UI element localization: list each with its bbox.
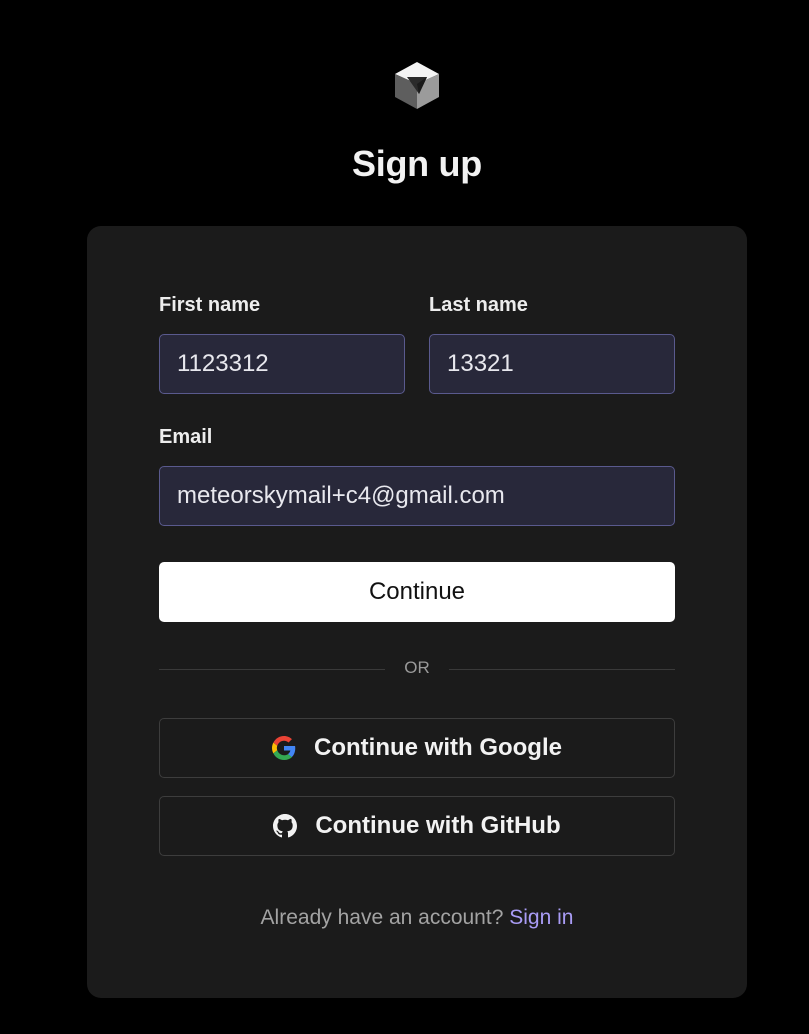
- continue-button[interactable]: Continue: [159, 562, 675, 622]
- divider-line-right: [449, 669, 675, 670]
- divider-text: OR: [404, 658, 430, 677]
- last-name-input[interactable]: [429, 334, 675, 394]
- email-label: Email: [159, 426, 213, 448]
- github-button-label: Continue with GitHub: [315, 812, 561, 839]
- first-name-input[interactable]: [159, 334, 405, 394]
- email-input[interactable]: [159, 466, 675, 526]
- sign-in-link[interactable]: Sign in: [509, 906, 573, 929]
- google-icon: [272, 736, 296, 760]
- signup-card: First name Last name Email Continue OR C…: [87, 226, 747, 998]
- continue-with-google-button[interactable]: Continue with Google: [159, 718, 675, 778]
- page-title: Sign up: [352, 143, 482, 184]
- last-name-label: Last name: [429, 294, 528, 316]
- or-divider: OR: [159, 656, 675, 684]
- signin-prompt: Already have an account? Sign in: [87, 906, 747, 930]
- first-name-label: First name: [159, 294, 261, 316]
- logo-icon: [393, 60, 441, 110]
- github-icon: [273, 814, 298, 838]
- signin-prompt-text: Already have an account?: [260, 906, 504, 929]
- continue-with-github-button[interactable]: Continue with GitHub: [159, 796, 675, 856]
- google-button-label: Continue with Google: [314, 734, 562, 761]
